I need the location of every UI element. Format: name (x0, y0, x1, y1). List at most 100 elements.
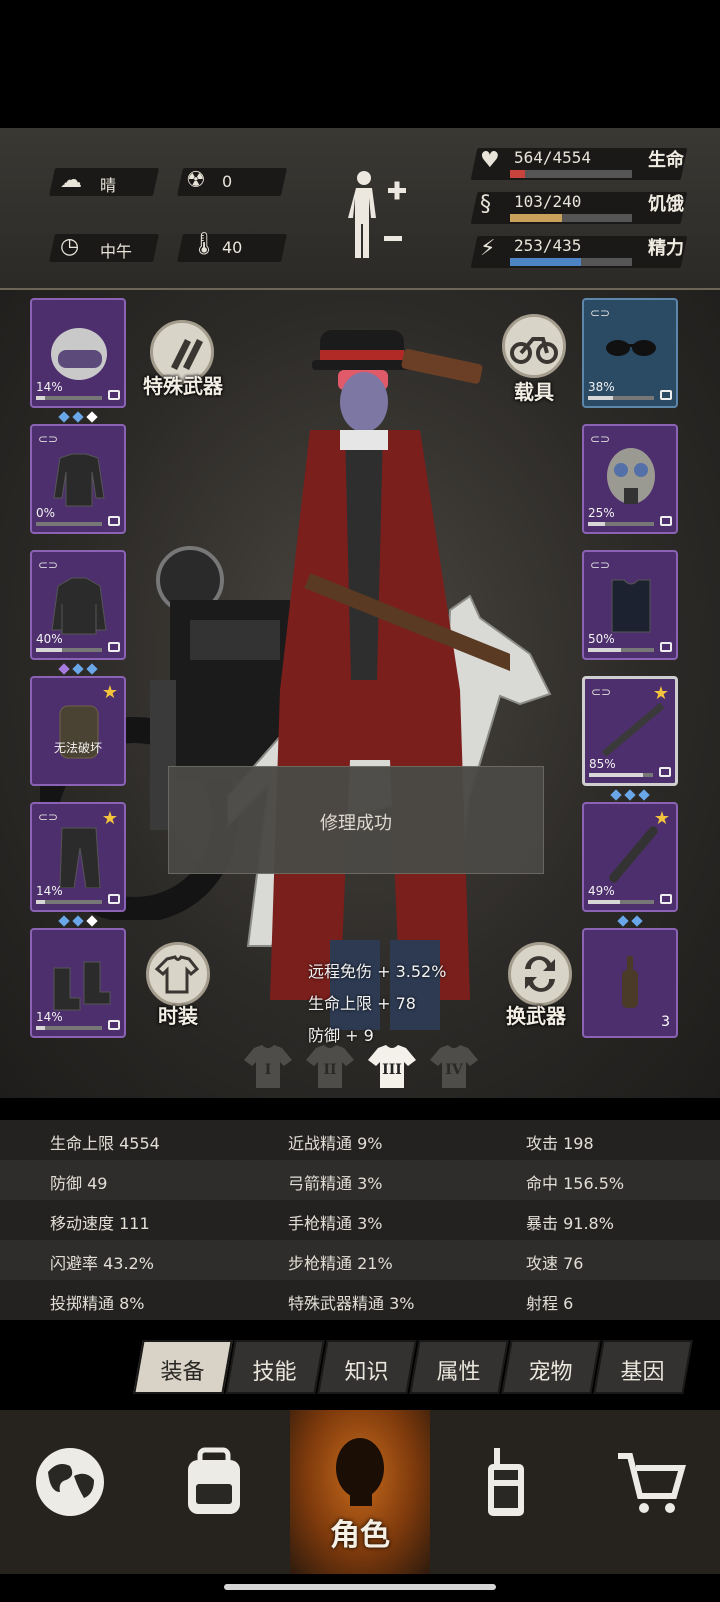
equipment-slot-police-vest[interactable]: ⊂⊃ 50% (582, 550, 678, 660)
outfit-tab-2[interactable]: II (304, 1042, 356, 1092)
durability-bar (588, 396, 654, 400)
hooded-jacket-icon (51, 577, 107, 635)
hunger-value: 103/240 (514, 192, 582, 211)
attribute-cell: 投掷精通 8% (50, 1294, 145, 1313)
walkie-talkie-icon (488, 1448, 524, 1516)
equipment-slot-molotov[interactable]: 3 (582, 928, 678, 1038)
attribute-cell: 射程 6 (526, 1294, 574, 1313)
swap-weapon-button[interactable] (508, 942, 572, 1006)
hunger-label: 饥饿 (648, 194, 684, 215)
tab-4[interactable]: 宠物 (501, 1340, 601, 1394)
gem-icon (72, 915, 84, 927)
equipment-slot-gas-mask[interactable]: ⊂⊃ 25% (582, 424, 678, 534)
outfit-tab-4[interactable]: IV (428, 1042, 480, 1092)
radiation-icon: ☢ (186, 168, 206, 193)
bottom-navigation: 角色 (0, 1410, 720, 1574)
attribute-cell: 手枪精通 3% (288, 1214, 383, 1233)
vehicle-label[interactable]: 载具 (514, 376, 554, 405)
home-indicator[interactable] (224, 1584, 496, 1590)
outfit-tab-3[interactable]: III (366, 1042, 418, 1092)
attributes-table: 生命上限 4554 近战精通 9% 攻击 198 防御 49 弓箭精通 3% 命中 156… (0, 1120, 720, 1324)
black-shirt-icon (53, 453, 105, 507)
durability-bar (588, 522, 654, 526)
nav-backpack[interactable] (144, 1410, 284, 1574)
outfit-tab-1[interactable]: I (242, 1042, 294, 1092)
durability-bar (36, 522, 102, 526)
fashion-label[interactable]: 时装 (158, 1000, 198, 1029)
attribute-cell: 闪避率 43.2% (50, 1254, 154, 1273)
gas-mask-icon (607, 448, 655, 504)
attribute-cell: 生命上限 4554 (50, 1134, 160, 1153)
equipment-slot-backpack[interactable]: ★ 无法破坏 (30, 676, 126, 786)
equipment-slot-black-shirt[interactable]: ⊂⊃ 0% (30, 424, 126, 534)
tab-1[interactable]: 技能 (225, 1340, 325, 1394)
attribute-cell: 近战精通 9% (288, 1134, 383, 1153)
durability-bar (36, 900, 102, 904)
durability-percent: 25% (588, 506, 615, 520)
equipment-slot-cargo-pants[interactable]: ⊂⊃ ★ 14% (30, 802, 126, 912)
durability-percent: 49% (588, 884, 615, 898)
swap-weapon-label[interactable]: 换武器 (506, 1000, 566, 1029)
tab-3[interactable]: 属性 (409, 1340, 509, 1394)
weather-label: 晴 (100, 176, 117, 195)
gem-icon (624, 789, 636, 801)
durability-percent: 50% (588, 632, 615, 646)
attribute-cell: 移动速度 111 (50, 1214, 150, 1233)
body-status-button[interactable] (344, 166, 418, 266)
radiation-value: 0 (222, 172, 233, 191)
tab-label: 属性 (436, 1360, 481, 1385)
globe-icon (36, 1448, 104, 1516)
lock-icon (108, 894, 120, 904)
equipment-slot-sunglasses[interactable]: ⊂⊃ 38% (582, 298, 678, 408)
durability-bar (588, 900, 654, 904)
tab-5[interactable]: 基因 (593, 1340, 693, 1394)
tab-label: 知识 (344, 1360, 389, 1385)
vehicle-button[interactable] (502, 314, 566, 378)
human-figure-icon (348, 171, 406, 258)
police-vest-icon (611, 579, 651, 633)
lock-icon (660, 390, 672, 400)
durability-bar (36, 396, 102, 400)
equipment-slot-police-helmet[interactable]: 14% (30, 298, 126, 408)
stomach-icon: § (480, 192, 491, 217)
police-helmet-icon (51, 328, 107, 380)
tshirt-icon (154, 955, 200, 994)
lock-icon (660, 516, 672, 526)
energy-bar (510, 258, 632, 266)
outfit-tab-label: III (382, 1062, 402, 1078)
thermometer-icon: 🌡 (190, 232, 218, 257)
unbreakable-label: 无法破坏 (53, 741, 102, 755)
equipment-slot-hooded-jacket[interactable]: ⊂⊃ 40% (30, 550, 126, 660)
attribute-row: 投掷精通 8% 特殊武器精通 3% 射程 6 (0, 1280, 720, 1320)
boots-icon (53, 961, 111, 1011)
gem-sockets (609, 784, 651, 801)
gem-icon (58, 915, 70, 927)
nav-character-head[interactable]: 角色 (290, 1410, 430, 1574)
lock-icon (660, 642, 672, 652)
health-value: 564/4554 (514, 148, 592, 167)
nav-shopping-cart[interactable] (580, 1410, 720, 1574)
spiked-bat-icon (609, 826, 658, 883)
special-weapon-label[interactable]: 特殊武器 (143, 370, 223, 399)
fashion-button[interactable] (146, 942, 210, 1006)
tab-label: 装备 (160, 1360, 205, 1385)
durability-percent: 85% (589, 757, 616, 771)
equipment-slot-rifle[interactable]: ⊂⊃ ★ 85% (582, 676, 678, 786)
tab-0[interactable]: 装备 (133, 1340, 233, 1394)
lock-icon (108, 390, 120, 400)
toast-message: 修理成功 (320, 813, 392, 834)
sunglasses-icon (606, 340, 656, 356)
gem-sockets (57, 910, 99, 927)
character-scene: 14% ⊂⊃ 0% ⊂⊃ 40% ★ 无法破坏 ⊂⊃ ★ 14% 14% ⊂⊃ 38% ⊂⊃ 25% ⊂⊃ 5… (0, 290, 720, 1098)
motorcycle-icon (510, 337, 558, 364)
equipment-slot-spiked-bat[interactable]: ★ 49% (582, 802, 678, 912)
tab-2[interactable]: 知识 (317, 1340, 417, 1394)
nav-globe[interactable] (0, 1410, 140, 1574)
outfit-tab-label: I (264, 1062, 272, 1078)
nav-walkie-talkie[interactable] (436, 1410, 576, 1574)
durability-bar (589, 773, 653, 777)
bonus-ranged-reduction: 远程免伤 + 3.52% (308, 962, 447, 981)
equipment-slot-boots[interactable]: 14% (30, 928, 126, 1038)
character-illustration (270, 330, 510, 1030)
gem-icon (610, 789, 622, 801)
